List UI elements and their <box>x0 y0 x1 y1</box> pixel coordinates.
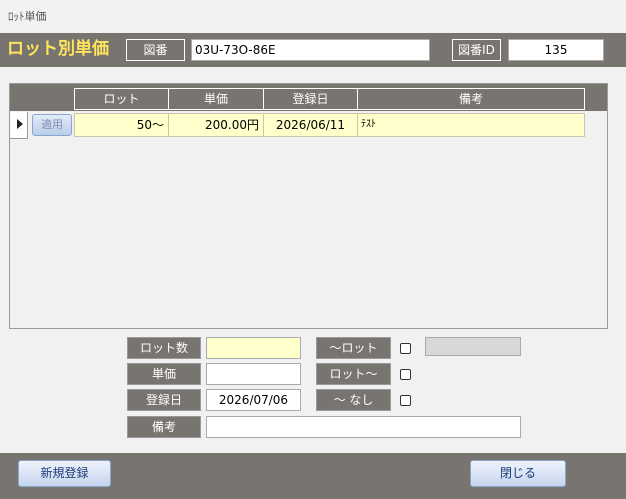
none-checkbox[interactable] <box>400 395 411 406</box>
date-label: 登録日 <box>127 389 201 411</box>
drawing-number-label: 図番 <box>126 39 185 61</box>
price-input[interactable] <box>206 363 301 385</box>
cell-date[interactable]: 2026/06/11 <box>263 113 358 137</box>
page-title: ロット別単価 <box>7 39 109 59</box>
cell-lot[interactable]: 50～ <box>74 113 169 137</box>
drawing-number-field[interactable]: 03U-73O-86E <box>191 39 430 61</box>
none-label: ～ なし <box>316 389 391 411</box>
note-label: 備考 <box>127 416 201 438</box>
lot-count-label: ロット数 <box>127 337 201 359</box>
current-row-icon <box>17 119 23 129</box>
column-header-lot[interactable]: ロット <box>74 88 169 110</box>
window-title: ﾛｯﾄ単価 <box>8 10 47 23</box>
lot-to-label: ロット～ <box>316 363 391 385</box>
price-label: 単価 <box>127 363 201 385</box>
column-header-date[interactable]: 登録日 <box>263 88 358 110</box>
cell-note[interactable]: ﾃｽﾄ <box>357 113 585 137</box>
lot-to-checkbox[interactable] <box>400 369 411 380</box>
new-registration-button[interactable]: 新規登録 <box>18 460 111 487</box>
row-selector[interactable] <box>10 112 28 139</box>
to-lot-checkbox[interactable] <box>400 343 411 354</box>
to-lot-label: ～ロット <box>316 337 391 359</box>
lot-count-input[interactable] <box>206 337 301 359</box>
cell-price[interactable]: 200.00円 <box>168 113 264 137</box>
column-header-price[interactable]: 単価 <box>168 88 264 110</box>
apply-button[interactable]: 適用 <box>32 114 72 136</box>
lot-range-field <box>425 337 521 356</box>
drawing-id-label: 図番ID <box>452 39 501 61</box>
date-input[interactable]: 2026/07/06 <box>206 389 301 411</box>
column-header-note[interactable]: 備考 <box>357 88 585 110</box>
drawing-id-field[interactable]: 135 <box>508 39 604 61</box>
close-button[interactable]: 閉じる <box>470 460 566 487</box>
note-input[interactable] <box>206 416 521 438</box>
